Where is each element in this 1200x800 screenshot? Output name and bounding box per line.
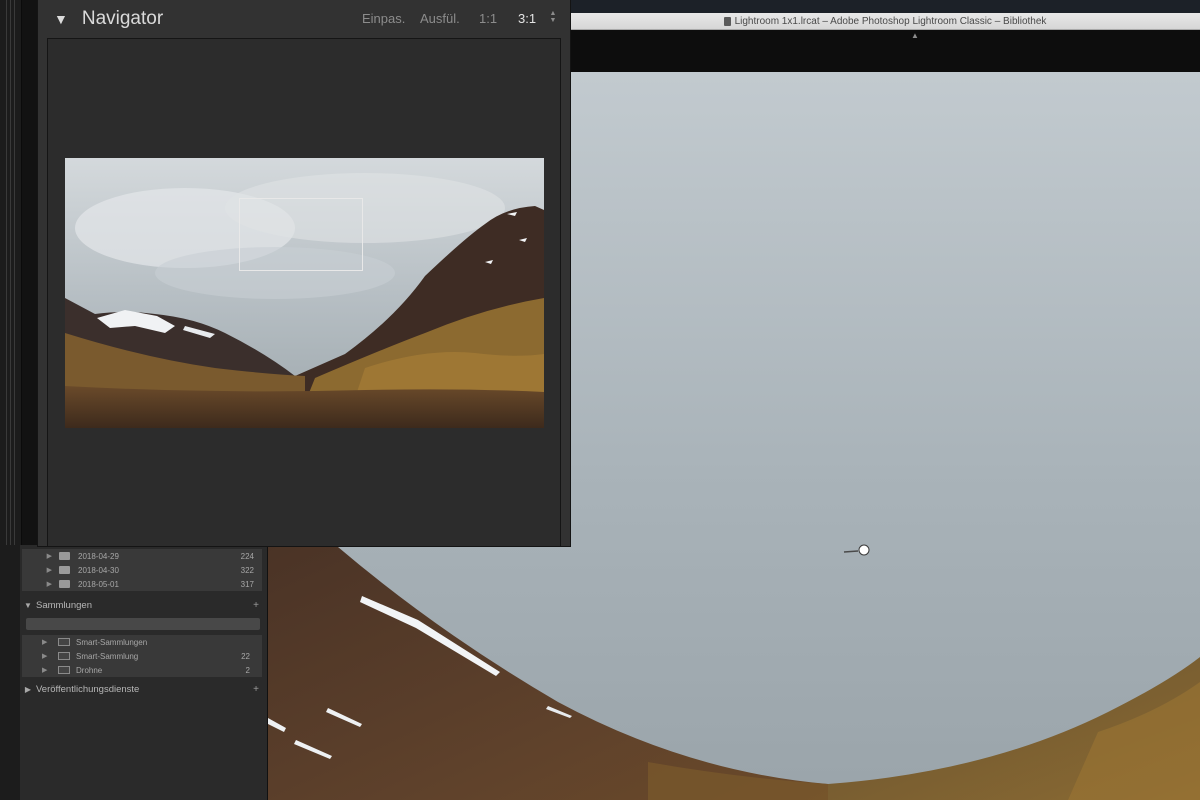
expand-triangle-icon[interactable]: ▶ — [38, 566, 52, 574]
expand-triangle-icon[interactable]: ▶ — [42, 652, 52, 660]
folder-row[interactable]: ▶ 2018-04-29 224 — [22, 549, 262, 563]
zoom-fill-option[interactable]: Ausfül. — [420, 11, 460, 26]
collapse-top-panel-icon[interactable]: ▲ — [910, 32, 920, 40]
collection-name: Smart-Sammlungen — [76, 637, 148, 647]
collection-row[interactable]: ▶ Smart-Sammlungen — [22, 635, 262, 649]
left-panel: ▶ 2018-04-29 224 ▶ 2018-04-30 322 ▶ 2018… — [20, 545, 268, 800]
folder-name: 2018-04-29 — [78, 551, 119, 561]
collection-count: 2 — [245, 665, 250, 675]
smart-collection-icon — [58, 652, 70, 660]
collection-row[interactable]: ▶ Drohne 2 — [22, 663, 262, 677]
collection-row[interactable]: ▶ Smart-Sammlung 22 — [22, 649, 262, 663]
folder-name: 2018-04-30 — [78, 565, 119, 575]
collection-filter-field[interactable] — [26, 618, 260, 630]
collection-name: Smart-Sammlung — [76, 651, 139, 661]
triangle-down-icon[interactable]: ▼ — [54, 11, 68, 27]
collections-section-header[interactable]: ▼ Sammlungen + — [20, 597, 268, 613]
zoom-3-1-option[interactable]: 3:1 — [518, 11, 536, 26]
navigator-preview-well — [47, 38, 561, 546]
triangle-right-icon[interactable]: ▶ — [20, 685, 36, 694]
expand-triangle-icon[interactable]: ▶ — [42, 638, 52, 646]
publish-services-header-label: Veröffentlichungsdienste — [36, 683, 140, 695]
collection-set-icon — [58, 638, 70, 646]
expand-triangle-icon[interactable]: ▶ — [38, 552, 52, 560]
top-toolbar-strip — [570, 30, 1200, 72]
expand-triangle-icon[interactable]: ▶ — [42, 666, 52, 674]
folder-icon — [59, 552, 70, 560]
triangle-down-icon[interactable]: ▼ — [20, 601, 36, 610]
folder-icon — [59, 580, 70, 588]
folder-icon — [59, 566, 70, 574]
publish-services-section-header[interactable]: ▶ Veröffentlichungsdienste + — [20, 681, 268, 697]
document-icon — [723, 16, 731, 26]
folder-count: 322 — [240, 565, 254, 575]
collections-header-label: Sammlungen — [36, 599, 92, 611]
folder-row[interactable]: ▶ 2018-05-01 317 — [22, 577, 262, 591]
folder-row[interactable]: ▶ 2018-04-30 322 — [22, 563, 262, 577]
folder-count: 317 — [240, 579, 254, 589]
add-collection-plus-icon[interactable]: + — [253, 600, 259, 611]
navigator-panel: ▼ Navigator Einpas. Ausfül. 1:1 3:1 ▲ ▼ — [37, 0, 571, 547]
folder-count: 224 — [240, 551, 254, 561]
collection-name: Drohne — [76, 665, 103, 675]
add-publish-service-plus-icon[interactable]: + — [253, 684, 259, 695]
up-down-stepper-icon[interactable]: ▲ ▼ — [548, 10, 558, 26]
zoom-1-1-option[interactable]: 1:1 — [479, 11, 497, 26]
navigator-title: Navigator — [81, 8, 164, 29]
window-top-strip — [570, 0, 1200, 13]
window-title: Lightroom 1x1.lrcat – Adobe Photoshop Li… — [734, 15, 1047, 27]
window-title-bar[interactable]: Lightroom 1x1.lrcat – Adobe Photoshop Li… — [570, 13, 1200, 30]
expand-triangle-icon[interactable]: ▶ — [38, 580, 52, 588]
navigator-viewport-rectangle[interactable] — [239, 198, 363, 271]
zoom-fit-option[interactable]: Einpas. — [362, 11, 405, 26]
left-panel-edge — [0, 0, 22, 800]
collection-count: 22 — [241, 651, 250, 661]
collection-icon — [58, 666, 70, 674]
folder-name: 2018-05-01 — [78, 579, 119, 589]
